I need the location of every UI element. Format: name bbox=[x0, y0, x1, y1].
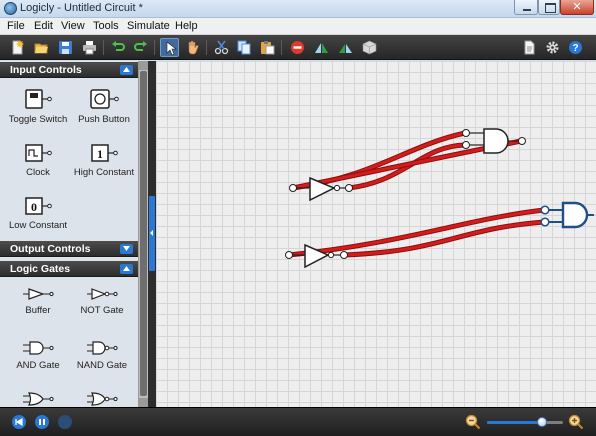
section-output-controls[interactable]: Output Controls bbox=[0, 241, 138, 257]
palette-clock[interactable]: Clock bbox=[4, 143, 72, 178]
scroll-up-arrow[interactable] bbox=[139, 61, 148, 70]
palette-not-gate[interactable]: NOT Gate bbox=[68, 287, 136, 316]
palette-low-constant[interactable]: 0 Low Constant bbox=[4, 196, 72, 231]
maximize-button[interactable] bbox=[538, 0, 560, 15]
menu-help[interactable]: Help bbox=[175, 20, 198, 32]
not-gate-icon bbox=[87, 288, 118, 300]
section-title: Logic Gates bbox=[10, 263, 71, 275]
scroll-down-arrow[interactable] bbox=[139, 398, 148, 407]
copy-icon[interactable] bbox=[235, 38, 254, 57]
select-pointer-icon[interactable] bbox=[160, 38, 179, 57]
paste-icon[interactable] bbox=[258, 38, 277, 57]
section-title: Input Controls bbox=[10, 64, 82, 76]
menu-view[interactable]: View bbox=[61, 20, 85, 32]
flip-horizontal-icon[interactable] bbox=[312, 38, 331, 57]
zoom-slider-fill bbox=[487, 421, 542, 424]
section-input-controls[interactable]: Input Controls bbox=[0, 62, 138, 78]
palette-nand-gate[interactable]: NAND Gate bbox=[68, 340, 136, 371]
palette-or-gate[interactable] bbox=[4, 391, 72, 407]
component-palette: Input Controls Toggle Switch Push Button… bbox=[0, 61, 138, 407]
zoom-out-icon[interactable] bbox=[465, 414, 481, 430]
toolbar: ? bbox=[0, 35, 596, 60]
open-icon[interactable] bbox=[32, 38, 51, 57]
redo-icon[interactable] bbox=[131, 38, 150, 57]
low-constant-icon: 0 bbox=[25, 197, 52, 215]
or-gate-icon bbox=[23, 392, 54, 406]
menu-tools[interactable]: Tools bbox=[93, 20, 119, 32]
palette-buffer[interactable]: Buffer bbox=[4, 287, 72, 316]
integrated-circuit-icon[interactable] bbox=[360, 38, 379, 57]
save-icon[interactable] bbox=[56, 38, 75, 57]
menu-simulate[interactable]: Simulate bbox=[127, 20, 170, 32]
print-icon[interactable] bbox=[80, 38, 99, 57]
close-icon: ✕ bbox=[572, 1, 582, 13]
minimize-button[interactable] bbox=[514, 0, 538, 15]
toolbar-separator bbox=[103, 40, 104, 55]
zoom-slider[interactable] bbox=[487, 421, 563, 424]
high-constant-icon: 1 bbox=[91, 144, 118, 162]
settings-gear-icon[interactable] bbox=[543, 38, 562, 57]
collapse-arrow-icon[interactable] bbox=[120, 264, 133, 274]
and-gate-selected[interactable] bbox=[540, 201, 594, 229]
delete-icon[interactable] bbox=[288, 38, 307, 57]
pan-hand-icon[interactable] bbox=[183, 38, 202, 57]
svg-text:0: 0 bbox=[31, 200, 37, 214]
nand-gate-icon bbox=[87, 341, 118, 355]
palette-push-button[interactable]: Push Button bbox=[70, 88, 138, 125]
logicly-app-icon[interactable] bbox=[4, 2, 17, 15]
zoom-in-icon[interactable] bbox=[568, 414, 584, 430]
close-window-button[interactable]: ✕ bbox=[560, 0, 594, 15]
menu-file[interactable]: File bbox=[7, 20, 25, 32]
collapse-panel-handle[interactable] bbox=[149, 196, 155, 271]
menu-edit[interactable]: Edit bbox=[34, 20, 53, 32]
nor-gate-icon bbox=[87, 392, 118, 406]
push-button-icon bbox=[90, 89, 119, 109]
palette-toggle-switch[interactable]: Toggle Switch bbox=[4, 88, 72, 125]
section-logic-gates[interactable]: Logic Gates bbox=[0, 261, 138, 277]
undo-icon[interactable] bbox=[109, 38, 128, 57]
help-icon[interactable]: ? bbox=[566, 38, 585, 57]
toolbar-separator bbox=[154, 40, 155, 55]
new-icon[interactable] bbox=[8, 38, 27, 57]
palette-nor-gate[interactable] bbox=[68, 391, 136, 407]
toggle-switch-icon bbox=[25, 89, 52, 109]
toolbar-separator bbox=[281, 40, 282, 55]
expand-arrow-icon[interactable] bbox=[120, 244, 133, 254]
palette-high-constant[interactable]: 1 High Constant bbox=[70, 143, 138, 178]
cut-icon[interactable] bbox=[212, 38, 231, 57]
and-gate-icon bbox=[23, 341, 54, 355]
window-title: Logicly - Untitled Circuit * bbox=[20, 2, 143, 14]
clock-icon bbox=[25, 144, 52, 162]
zoom-slider-thumb[interactable] bbox=[536, 417, 547, 427]
title-bar: Logicly - Untitled Circuit * ✕ bbox=[0, 0, 596, 18]
step-back-icon[interactable] bbox=[12, 415, 26, 429]
svg-text:?: ? bbox=[572, 43, 578, 54]
panel-splitter[interactable] bbox=[148, 61, 156, 407]
menu-bar: File Edit View Tools Simulate Help bbox=[0, 18, 596, 35]
toolbar-separator bbox=[206, 40, 207, 55]
scrollbar-thumb[interactable] bbox=[140, 71, 147, 396]
circuit-canvas[interactable] bbox=[156, 61, 596, 407]
simulation-status-icon[interactable] bbox=[58, 415, 72, 429]
buffer-gate-icon bbox=[23, 288, 54, 300]
collapse-arrow-icon[interactable] bbox=[120, 65, 133, 75]
document-properties-icon[interactable] bbox=[520, 38, 539, 57]
section-title: Output Controls bbox=[10, 243, 91, 255]
palette-scrollbar[interactable] bbox=[138, 61, 148, 407]
pause-icon[interactable] bbox=[35, 415, 49, 429]
flip-vertical-icon[interactable] bbox=[336, 38, 355, 57]
status-bar bbox=[0, 407, 596, 436]
svg-text:1: 1 bbox=[97, 147, 103, 161]
palette-and-gate[interactable]: AND Gate bbox=[4, 340, 72, 371]
